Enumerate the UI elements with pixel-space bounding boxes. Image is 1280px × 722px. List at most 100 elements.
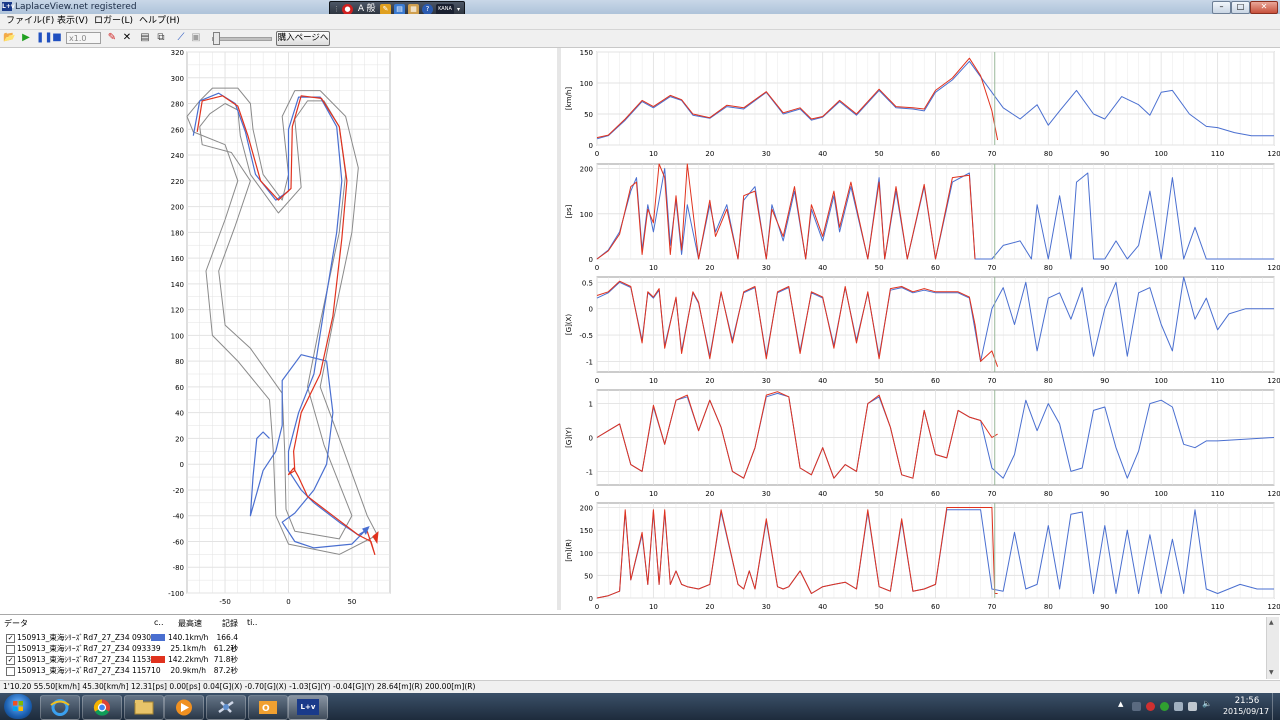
map-y-tick: 120 (171, 307, 184, 315)
gx-chart-x-tick: 100 (1154, 377, 1167, 385)
seek-slider-track[interactable] (212, 37, 272, 41)
header-max-speed[interactable]: 最高速 (178, 618, 202, 629)
map-x-tick: 50 (347, 598, 356, 606)
delete-icon[interactable]: ✕ (121, 32, 133, 44)
open-folder-icon[interactable]: 📂 (3, 32, 15, 44)
clock-date[interactable]: 2015/09/17 (1216, 707, 1276, 716)
stop-icon[interactable]: ■ (51, 32, 63, 44)
data-row[interactable]: ✓ 150913_東海ｼﾘｰｽﾞRd7_27_Z34 093051 140.1km/… (0, 632, 1265, 653)
purchase-page-button[interactable]: 購入ページへ (276, 31, 330, 46)
map-y-tick: 300 (171, 75, 184, 83)
power-chart-ylabel: [ps] (565, 204, 573, 218)
record-line-icon[interactable]: ✎ (106, 32, 118, 44)
outlook-icon[interactable]: O (248, 695, 288, 720)
telemetry-charts[interactable]: 1501005000 10 20 30 40 50 60 70 80 90 100 110 120[km… (561, 48, 1280, 611)
gy-chart-x-tick: 110 (1211, 490, 1224, 498)
power-chart-x-tick: 10 (649, 264, 658, 272)
minimize-button[interactable]: – (1212, 1, 1231, 14)
data-list-scrollbar[interactable]: ▲ ▼ (1266, 617, 1279, 679)
header-time[interactable]: ti.. (247, 618, 257, 627)
start-button[interactable] (4, 694, 32, 719)
speed-chart-x-tick: 120 (1267, 150, 1280, 158)
map-y-tick: -80 (173, 564, 184, 572)
scroll-up-icon[interactable]: ▲ (1269, 619, 1274, 626)
title-bar: L+v LaplaceView.net registered – □ ✕ (0, 0, 1280, 15)
row-checkbox[interactable] (6, 645, 15, 654)
clock-time[interactable]: 21:56 (1224, 696, 1270, 706)
gy-chart-y-tick: 0 (589, 435, 593, 443)
ie-icon[interactable] (40, 695, 80, 720)
map-y-tick: 100 (171, 332, 184, 340)
power-chart-x-tick: 110 (1211, 264, 1224, 272)
map-y-tick: 0 (180, 461, 184, 469)
power-chart-x-tick: 100 (1154, 264, 1167, 272)
data-row[interactable]: ✓ 150913_東海ｼﾘｰｽﾞRd7_27_Z34 115345 142.2km/… (0, 654, 1265, 665)
tray-volume-icon[interactable]: 🔈 (1202, 699, 1212, 708)
gx-chart-x-tick: 60 (931, 377, 940, 385)
row-color-swatch[interactable] (151, 634, 165, 641)
header-color[interactable]: c.. (154, 618, 163, 627)
map-y-tick: -60 (173, 538, 184, 546)
media-player-icon[interactable] (164, 695, 204, 720)
menu-help[interactable]: ヘルプ(H) (139, 15, 180, 28)
speed-chart-x-tick: 90 (1100, 150, 1109, 158)
gy-chart-ylabel: [G](Y) (565, 427, 573, 448)
data-row[interactable]: 150913_東海ｼﾘｰｽﾞRd7_27_Z34 115710 20.9km/h 8… (0, 665, 1265, 676)
tray-flag-icon[interactable] (1188, 702, 1197, 711)
row-checkbox[interactable] (6, 667, 15, 676)
network-icon[interactable] (206, 695, 246, 720)
gy-chart-x-tick: 70 (987, 490, 996, 498)
track-map-panel: 320 300 280 260 240 220 200 180 160 140 120 100 80 60… (0, 48, 558, 610)
laplace-icon[interactable]: L+v (288, 695, 328, 720)
play-icon[interactable]: ▶ (20, 32, 32, 44)
menu-file[interactable]: ファイル(F) (6, 15, 54, 28)
chrome-icon[interactable] (82, 695, 122, 720)
header-record[interactable]: 記録 (222, 618, 238, 629)
map-y-tick: 20 (175, 435, 184, 443)
row-color-swatch[interactable] (151, 667, 165, 674)
map-y-tick: 160 (171, 255, 184, 263)
graph-icon[interactable]: ⟋ (175, 32, 187, 44)
row-color-swatch[interactable] (151, 645, 165, 652)
maximize-button[interactable]: □ (1231, 1, 1250, 14)
show-desktop-button[interactable] (1272, 693, 1280, 720)
map-y-tick: 280 (171, 101, 184, 109)
explorer-icon[interactable] (124, 695, 164, 720)
tray-app-icon[interactable] (1132, 702, 1141, 711)
menu-view[interactable]: 表示(V) (57, 15, 88, 28)
track-map[interactable]: 3203002802602402202001801601401201008060… (0, 48, 557, 610)
data-row[interactable]: 150913_東海ｼﾘｰｽﾞRd7_27_Z34 093339 25.1km/h 6… (0, 643, 1265, 654)
gy-chart-x-tick: 60 (931, 490, 940, 498)
radius-chart-x-tick: 70 (987, 603, 996, 610)
map-y-tick: 180 (171, 229, 184, 237)
radius-chart-y-tick: 0 (589, 595, 593, 603)
row-checkbox[interactable]: ✓ (6, 634, 15, 643)
gx-chart-y-tick: -1 (586, 358, 593, 366)
camera-icon[interactable]: ▣ (190, 32, 202, 44)
status-readout: 1'10.20 55.50[km/h] 45.30[km/h] 12.31[ps… (0, 680, 1280, 693)
tray-expand-icon[interactable]: ▲ (1118, 700, 1127, 709)
radius-chart-x-tick: 100 (1154, 603, 1167, 610)
playback-speed-select[interactable]: x1.0 (66, 32, 101, 44)
window-title: LaplaceView.net registered (15, 2, 137, 12)
tray-update-icon[interactable] (1160, 702, 1169, 711)
row-max-speed: 25.1km/h (170, 644, 206, 653)
menu-logger[interactable]: ロガー(L) (94, 15, 133, 28)
tray-network-icon[interactable] (1174, 702, 1183, 711)
map-y-tick: 40 (175, 410, 184, 418)
gx-chart-y-tick: 0.5 (582, 279, 593, 287)
pause-icon[interactable]: ❚❚ (36, 32, 53, 44)
close-button[interactable]: ✕ (1250, 1, 1278, 14)
scroll-down-icon[interactable]: ▼ (1269, 669, 1274, 676)
header-data[interactable]: データ (4, 618, 28, 629)
row-color-swatch[interactable] (151, 656, 165, 663)
row-checkbox[interactable]: ✓ (6, 656, 15, 665)
gx-chart-x-tick: 50 (875, 377, 884, 385)
speed-chart-y-tick: 50 (584, 111, 593, 119)
layout-icon[interactable]: ▤ (139, 32, 151, 44)
power-chart-x-tick: 0 (595, 264, 599, 272)
tray-security-icon[interactable] (1146, 702, 1155, 711)
export-icon[interactable]: ⧉ (155, 32, 167, 44)
gx-chart-x-tick: 40 (818, 377, 827, 385)
seek-slider-thumb[interactable] (213, 32, 220, 45)
